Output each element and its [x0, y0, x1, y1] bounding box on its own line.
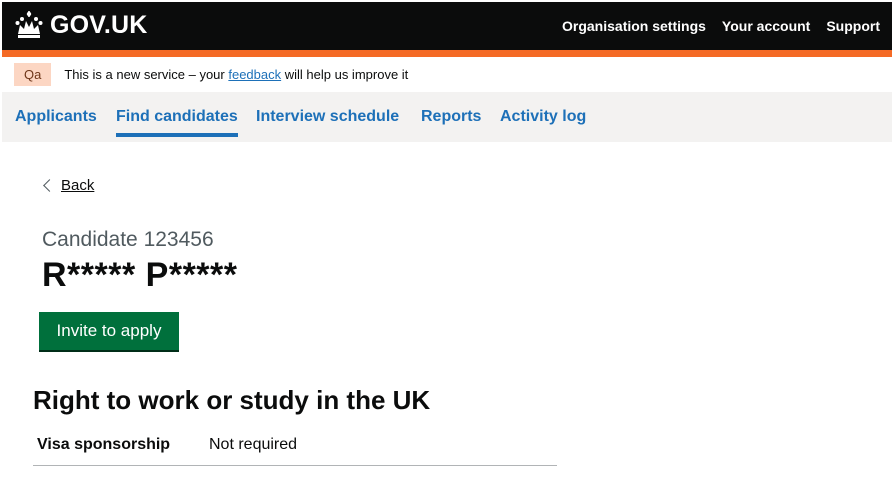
candidate-name: R***** P*****	[42, 256, 238, 294]
header-link-support[interactable]: Support	[826, 18, 880, 34]
primary-navigation: Applicants Find candidates Interview sch…	[2, 92, 892, 142]
phase-tag: Qa	[14, 63, 52, 86]
nav-reports[interactable]: Reports	[421, 108, 481, 126]
header-link-your-account[interactable]: Your account	[722, 18, 810, 34]
summary-value: Not required	[209, 436, 298, 453]
govuk-logo-link[interactable]: GOV.UK	[14, 8, 148, 42]
banner-text-before: This is a new service – your	[64, 67, 229, 82]
phase-banner-text: This is a new service – your feedback wi…	[64, 67, 408, 82]
header-nav: Organisation settings Your account Suppo…	[546, 2, 880, 50]
phase-banner: Qa This is a new service – your feedback…	[2, 57, 892, 92]
banner-text-after: will help us improve it	[281, 67, 409, 82]
chevron-left-icon	[43, 179, 56, 192]
invite-to-apply-button[interactable]: Invite to apply	[39, 312, 179, 350]
candidate-caption: Candidate 123456	[42, 228, 214, 251]
page-frame: GOV.UK Organisation settings Your accoun…	[2, 2, 892, 492]
nav-find-candidates[interactable]: Find candidates	[116, 108, 238, 137]
back-label: Back	[61, 177, 95, 194]
nav-activity-log[interactable]: Activity log	[500, 108, 586, 126]
summary-key: Visa sponsorship	[37, 436, 171, 453]
back-link[interactable]: Back	[43, 177, 95, 194]
nav-applicants[interactable]: Applicants	[15, 108, 97, 126]
header-stripe	[2, 50, 892, 57]
header-link-organisation-settings[interactable]: Organisation settings	[562, 18, 706, 34]
nav-interview-schedule[interactable]: Interview schedule	[256, 108, 399, 126]
logo-text: GOV.UK	[50, 10, 148, 39]
crown-icon	[15, 11, 43, 38]
feedback-link[interactable]: feedback	[228, 67, 281, 82]
header: GOV.UK Organisation settings Your accoun…	[2, 2, 892, 50]
section-heading: Right to work or study in the UK	[33, 385, 431, 415]
summary-row: Visa sponsorship Not required	[33, 428, 557, 466]
